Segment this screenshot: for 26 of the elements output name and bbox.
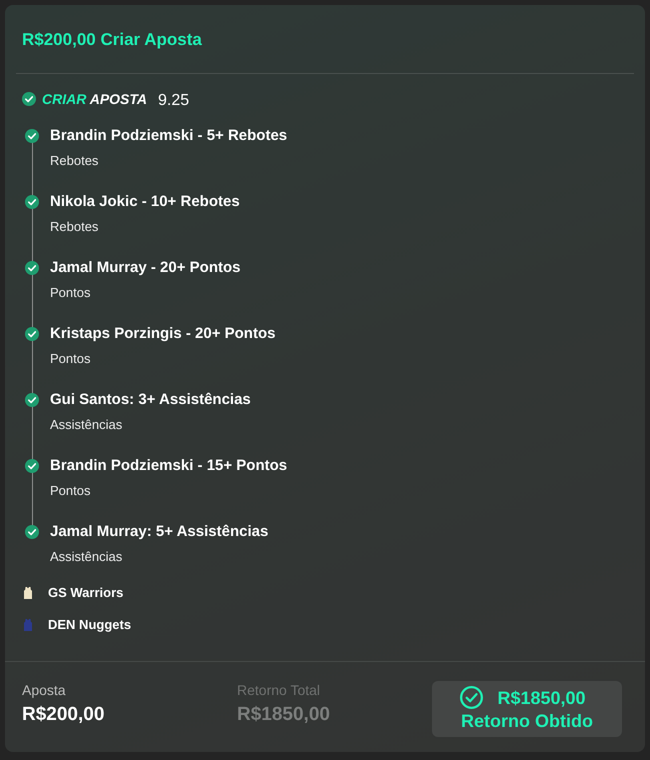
- stake-value: R$200,00: [22, 703, 106, 727]
- stake-label: Aposta: [22, 681, 67, 699]
- selection-title: Jamal Murray: 5+ Assistências: [50, 522, 268, 542]
- selection-title: Brandin Podziemski - 15+ Pontos: [50, 456, 288, 476]
- team-name: DEN Nuggets: [48, 616, 132, 634]
- check-circle-icon: [22, 92, 36, 106]
- selection-title: Kristaps Porzingis - 20+ Pontos: [50, 324, 276, 344]
- check-circle-icon: [460, 686, 484, 709]
- return-obtained-button[interactable]: R$1850,00 Retorno Obtido: [432, 681, 622, 737]
- selection-market: Pontos: [50, 482, 92, 500]
- total-return-label: Retorno Total: [237, 681, 322, 699]
- selection-market: Pontos: [50, 350, 92, 368]
- bet-builder-label: CRIAR APOSTA: [42, 90, 148, 108]
- selection-market: Assistências: [50, 548, 124, 566]
- selection-market: Rebotes: [50, 218, 100, 236]
- team-name: GS Warriors: [48, 584, 124, 602]
- selection-title: Jamal Murray - 20+ Pontos: [50, 258, 240, 278]
- bet-title: R$200,00 Criar Aposta: [22, 29, 203, 51]
- selection-title: Gui Santos: 3+ Assistências: [50, 390, 251, 410]
- selection-market: Assistências: [50, 416, 124, 434]
- selection-title: Brandin Podziemski - 5+ Rebotes: [50, 126, 288, 146]
- selection-market: Rebotes: [50, 152, 100, 170]
- odds-value: 9.25: [158, 90, 190, 110]
- selection-market: Pontos: [50, 284, 92, 302]
- total-return-value: R$1850,00: [237, 703, 331, 727]
- selection-title: Nikola Jokic - 10+ Rebotes: [50, 192, 240, 212]
